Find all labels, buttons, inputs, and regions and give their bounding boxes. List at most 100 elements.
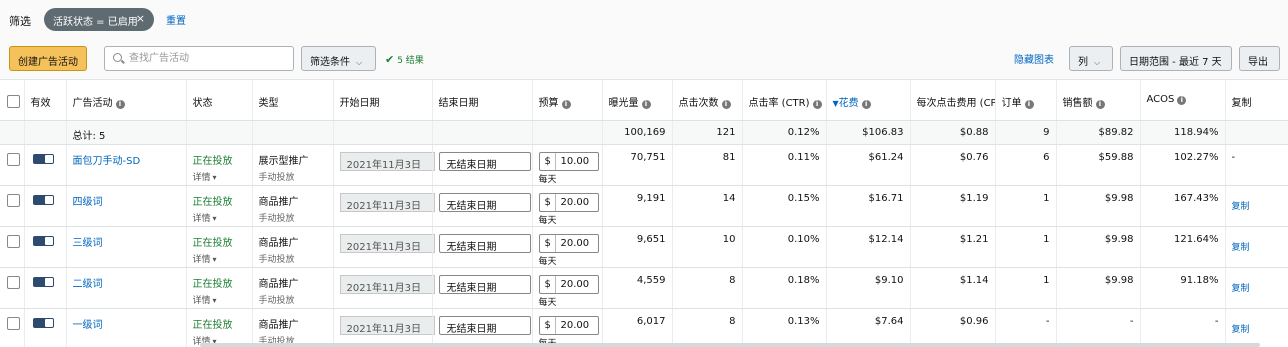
- col-spend[interactable]: ▼花费 i: [826, 80, 911, 121]
- col-budget[interactable]: 预算 i: [532, 80, 603, 121]
- campaign-type: 商品推广: [258, 196, 299, 208]
- clicks-cell: 8: [672, 308, 743, 347]
- end-date-field[interactable]: 无结束日期: [438, 233, 531, 253]
- export-button[interactable]: 导出: [1239, 46, 1280, 71]
- sales-cell: $9.98: [1056, 267, 1141, 309]
- info-icon: i: [1177, 96, 1187, 105]
- close-icon[interactable]: ×: [136, 12, 145, 25]
- end-date-field[interactable]: 无结束日期: [438, 315, 531, 335]
- clicks-cell: 8: [672, 267, 743, 309]
- filter-bar: 筛选 活跃状态 = 已启用 × 重置: [0, 0, 1288, 38]
- col-sales[interactable]: 销售额 i: [1056, 80, 1141, 121]
- horizontal-scrollbar[interactable]: [200, 343, 1260, 347]
- campaign-type: 商品推广: [258, 278, 299, 290]
- details-dropdown[interactable]: 详情 ▾: [193, 211, 246, 224]
- col-campaign[interactable]: 广告活动 i: [66, 80, 187, 121]
- hide-chart-link[interactable]: 隐藏图表: [1014, 51, 1054, 66]
- details-dropdown[interactable]: 详情 ▾: [193, 293, 246, 306]
- col-end-date[interactable]: 结束日期: [432, 80, 533, 121]
- sales-cell: -: [1056, 308, 1141, 347]
- row-checkbox[interactable]: [7, 152, 20, 166]
- search-box[interactable]: [104, 46, 294, 71]
- campaign-name-link[interactable]: 一级词: [73, 320, 103, 331]
- spend-cell: $7.64: [826, 308, 911, 347]
- header-row: 有效 广告活动 i 状态 类型 开始日期 结束日期 预算 i 曝光量 i 点击次数 i …: [0, 80, 1288, 121]
- orders-cell: 6: [995, 144, 1057, 186]
- campaign-type: 商品推广: [258, 237, 299, 249]
- spend-cell: $12.14: [826, 226, 911, 268]
- filter-conditions-button[interactable]: 筛选条件 ⌵: [301, 46, 376, 71]
- enable-toggle[interactable]: [32, 235, 54, 246]
- row-checkbox[interactable]: [7, 234, 20, 248]
- col-type[interactable]: 类型: [252, 80, 334, 121]
- campaign-type: 商品推广: [258, 319, 299, 331]
- copy-link[interactable]: 复制: [1232, 240, 1282, 253]
- row-checkbox[interactable]: [7, 316, 20, 330]
- results-label: 5 结果: [397, 56, 424, 66]
- end-date-field[interactable]: 无结束日期: [438, 274, 531, 294]
- row-select-cell: [0, 308, 25, 347]
- end-date-field[interactable]: 无结束日期: [438, 151, 531, 171]
- reset-link[interactable]: 重置: [166, 12, 186, 27]
- row-checkbox[interactable]: [7, 193, 20, 207]
- caret-down-icon: ▾: [212, 213, 217, 223]
- col-clicks[interactable]: 点击次数 i: [672, 80, 743, 121]
- end-date-field[interactable]: 无结束日期: [438, 192, 531, 212]
- campaign-cell: 面包刀手动-SD: [66, 144, 187, 186]
- col-impressions[interactable]: 曝光量 i: [602, 80, 673, 121]
- details-dropdown[interactable]: 详情 ▾: [193, 252, 246, 265]
- impressions-cell: 9,651: [602, 226, 673, 268]
- cpc-cell: $1.21: [910, 226, 996, 268]
- start-date-cell: 2021年11月3日: [333, 185, 435, 227]
- campaign-cell: 一级词: [66, 308, 187, 347]
- col-start-date[interactable]: 开始日期: [333, 80, 433, 121]
- total-impressions: 100,169: [602, 120, 673, 145]
- columns-button[interactable]: 列 ⌵: [1069, 46, 1113, 71]
- type-cell: 商品推广 手动投放: [252, 185, 334, 227]
- total-ctr: 0.12%: [742, 120, 827, 145]
- date-range-button[interactable]: 日期范围 - 最近 7 天: [1120, 46, 1232, 71]
- enable-toggle[interactable]: [32, 194, 54, 205]
- col-status[interactable]: 状态: [186, 80, 253, 121]
- copy-link[interactable]: 复制: [1232, 199, 1282, 212]
- copy-link[interactable]: 复制: [1232, 281, 1282, 294]
- copy-link[interactable]: 复制: [1232, 322, 1282, 335]
- budget-input[interactable]: $20.00: [538, 274, 599, 294]
- row-checkbox[interactable]: [7, 275, 20, 289]
- budget-value: 20.00: [560, 278, 590, 290]
- start-date-field: 2021年11月3日: [339, 151, 435, 171]
- enable-toggle[interactable]: [32, 153, 54, 164]
- end-date-cell: 无结束日期: [432, 226, 533, 268]
- copy-cell: 复制: [1225, 267, 1288, 309]
- col-orders[interactable]: 订单 i: [995, 80, 1057, 121]
- search-input[interactable]: [129, 50, 289, 67]
- select-all-checkbox[interactable]: [7, 95, 20, 108]
- budget-input[interactable]: $20.00: [538, 233, 599, 253]
- col-active: 有效: [24, 80, 67, 121]
- col-acos[interactable]: ACOS i: [1140, 80, 1226, 121]
- results-count: ✔ 5 结果: [385, 53, 424, 66]
- create-campaign-button[interactable]: 创建广告活动: [9, 46, 87, 71]
- campaign-cell: 三级词: [66, 226, 187, 268]
- enable-toggle[interactable]: [32, 317, 54, 328]
- end-date-cell: 无结束日期: [432, 308, 533, 347]
- start-date-cell: 2021年11月3日: [333, 144, 435, 186]
- campaign-name-link[interactable]: 四级词: [73, 197, 103, 208]
- budget-input[interactable]: $20.00: [538, 192, 599, 212]
- start-date-cell: 2021年11月3日: [333, 267, 435, 309]
- caret-down-icon: ▾: [212, 254, 217, 264]
- campaign-name-link[interactable]: 二级词: [73, 279, 103, 290]
- budget-input[interactable]: $10.00: [538, 151, 599, 171]
- status-label: 正在投放: [192, 155, 233, 167]
- col-ctr[interactable]: 点击率 (CTR) i: [742, 80, 827, 121]
- col-cpc[interactable]: 每次点击费用 (CPC): [910, 80, 996, 121]
- enable-toggle[interactable]: [32, 276, 54, 287]
- budget-input[interactable]: $20.00: [538, 315, 599, 335]
- active-status-filter-chip[interactable]: 活跃状态 = 已启用 ×: [44, 8, 154, 31]
- chevron-down-icon: ⌵: [1094, 58, 1101, 67]
- details-dropdown[interactable]: 详情 ▾: [193, 170, 246, 183]
- campaign-name-link[interactable]: 三级词: [73, 238, 103, 249]
- campaign-name-link[interactable]: 面包刀手动-SD: [73, 156, 141, 167]
- row-select-cell: [0, 267, 25, 309]
- clicks-cell: 14: [672, 185, 743, 227]
